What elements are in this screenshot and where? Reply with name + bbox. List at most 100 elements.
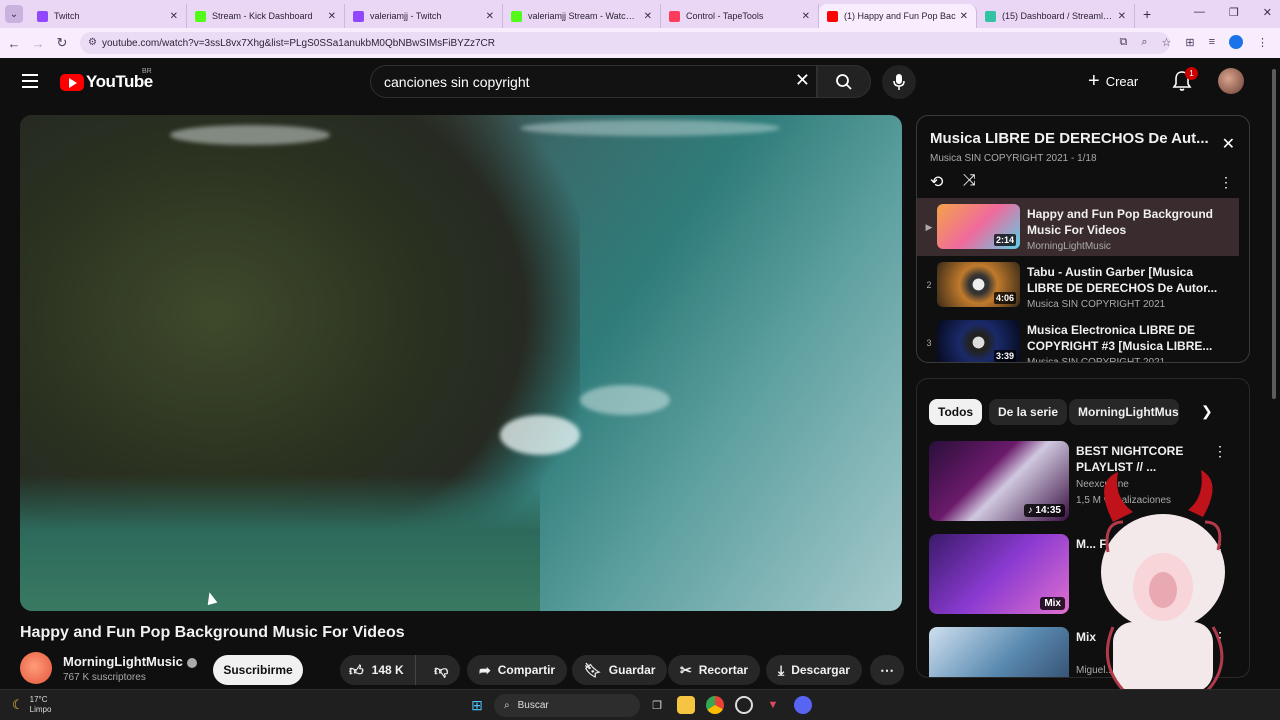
filter-chip[interactable]: Todos [929, 399, 983, 425]
weather-widget[interactable]: ☾ 17°C Limpo [12, 695, 51, 715]
tab-title: Control - TapeTools [686, 11, 764, 21]
youtube-logo[interactable]: YouTube BR [60, 68, 153, 92]
browser-tab[interactable]: Twitch ✕ [29, 4, 187, 28]
close-tab-icon[interactable]: ✕ [644, 11, 652, 22]
close-tab-icon[interactable]: ✕ [1118, 11, 1126, 22]
back-icon[interactable]: ← [2, 36, 26, 51]
tab-title: valeriamjj - Twitch [370, 11, 442, 21]
search-input[interactable]: canciones sin copyright ✕ [370, 65, 817, 98]
video-frame-sea [20, 475, 540, 611]
plus-icon: + [1088, 69, 1100, 92]
streamlabs-icon[interactable]: ▼ [764, 696, 782, 714]
file-explorer-icon[interactable] [677, 696, 695, 714]
filter-chip[interactable]: MorningLightMusic [1069, 399, 1179, 425]
voice-search-button[interactable] [882, 65, 916, 99]
browser-menu-icon[interactable]: ⋮ [1257, 36, 1268, 49]
channel-avatar[interactable] [20, 652, 52, 684]
discord-icon[interactable] [794, 696, 812, 714]
close-tab-icon[interactable]: ✕ [170, 11, 178, 22]
browser-tab[interactable]: (15) Dashboard / Streamlabs ✕ [977, 4, 1135, 28]
notifications-button[interactable]: 1 [1172, 67, 1198, 92]
save-button[interactable]: 🔖︎ Guardar [572, 655, 668, 685]
zoom-icon[interactable]: ⌕ [1141, 36, 1147, 49]
new-tab-button[interactable]: + [1143, 6, 1151, 22]
bookmark-star-icon[interactable]: ☆ [1161, 36, 1171, 49]
reload-icon[interactable]: ↻ [50, 35, 74, 51]
install-app-icon[interactable]: ⧉ [1119, 36, 1127, 49]
recommendation-thumbnail: Mix [929, 534, 1069, 614]
bookmark-icon: 🔖︎ [584, 661, 602, 678]
taskbar-search[interactable]: ⌕ Buscar [494, 694, 640, 717]
tab-favicon-icon [511, 10, 522, 22]
weather-condition: Limpo [29, 705, 52, 714]
playlist-item-index: ▶ [925, 222, 933, 232]
shuffle-icon[interactable]: ⤨ [963, 172, 976, 190]
video-player[interactable] [20, 115, 902, 611]
loop-icon[interactable]: ⟲ [930, 172, 943, 192]
windows-start-icon[interactable]: ⊞ [468, 696, 486, 714]
profile-icon[interactable] [1229, 35, 1243, 49]
like-button[interactable]: 👍︎ 148 K [340, 655, 416, 685]
channel-name[interactable]: MorningLightMusic [63, 654, 197, 669]
forward-icon[interactable]: → [26, 36, 50, 51]
site-info-icon[interactable]: ⚙ [88, 37, 97, 48]
close-window-icon[interactable]: ✕ [1263, 6, 1272, 19]
download-button[interactable]: ⤓ Descargar [766, 655, 862, 685]
obs-icon[interactable] [735, 696, 753, 714]
browser-tab[interactable]: valeriamjj Stream - Watch Live ✕ [503, 4, 661, 28]
url-field[interactable]: ⚙ youtube.com/watch?v=3ssL8vx7Xhg&list=P… [80, 32, 1170, 54]
download-icon: ⤓ [778, 661, 785, 678]
save-label: Guardar [608, 663, 656, 677]
playlist-item[interactable]: 3 3:39 Musica Electronica LIBRE DE COPYR… [917, 314, 1239, 362]
scrollbar-thumb[interactable] [1272, 69, 1276, 399]
browser-tab[interactable]: Stream - Kick Dashboard ✕ [187, 4, 345, 28]
playlist-more-icon[interactable]: ⋮ [1219, 174, 1233, 191]
tab-title: Stream - Kick Dashboard [212, 11, 313, 21]
tab-title: valeriamjj Stream - Watch Live [528, 11, 640, 21]
filter-chip[interactable]: De la serie [989, 399, 1068, 425]
clip-button[interactable]: ✂ Recortar [668, 655, 761, 685]
maximize-icon[interactable]: ❐ [1229, 6, 1239, 19]
tab-search-button[interactable]: ⌄ [5, 5, 23, 23]
close-tab-icon[interactable]: ✕ [486, 11, 494, 22]
dislike-button[interactable]: 👎︎ [423, 655, 460, 685]
more-actions-button[interactable]: ⋯ [870, 655, 904, 685]
media-controls-icon[interactable]: ≡ [1209, 36, 1215, 48]
share-icon: ➦ [479, 661, 491, 678]
search-button[interactable] [817, 65, 871, 98]
recommendation-more-icon[interactable]: ⋮ [1213, 443, 1227, 460]
share-button[interactable]: ➦ Compartir [467, 655, 568, 685]
playlist-item-channel: MorningLightMusic [1027, 241, 1111, 252]
browser-tab[interactable]: valeriamjj - Twitch ✕ [345, 4, 503, 28]
chevron-right-icon[interactable]: ❯ [1201, 403, 1213, 420]
menu-icon[interactable] [22, 74, 38, 88]
playlist-item-duration: 2:14 [993, 234, 1016, 246]
playlist-item-title: Tabu - Austin Garber [Musica LIBRE DE DE… [1027, 265, 1218, 295]
playlist-item-thumbnail: 3:39 [937, 320, 1020, 362]
close-tab-icon[interactable]: ✕ [328, 11, 336, 22]
playlist-item[interactable]: ▶ 2:14 Happy and Fun Pop Background Musi… [917, 198, 1239, 256]
task-view-icon[interactable]: ❐ [648, 696, 666, 714]
browser-tab[interactable]: Control - TapeTools ✕ [661, 4, 819, 28]
clear-search-icon[interactable]: ✕ [795, 70, 810, 91]
playlist-item-duration: 4:06 [993, 292, 1016, 304]
close-tab-icon[interactable]: ✕ [960, 11, 968, 22]
playlist-item-channel: Musica SIN COPYRIGHT 2021 [1027, 299, 1166, 310]
extensions-icon[interactable]: ⊞ [1185, 36, 1194, 49]
close-tab-icon[interactable]: ✕ [802, 11, 810, 22]
logo-text: YouTube [86, 72, 153, 91]
minimize-icon[interactable]: — [1194, 6, 1205, 19]
close-playlist-icon[interactable]: ✕ [1222, 134, 1235, 154]
windows-taskbar: ☾ 17°C Limpo ⊞ ⌕ Buscar ❐ ▼ [0, 689, 1280, 720]
playlist-title[interactable]: Musica LIBRE DE DERECHOS De Aut... [930, 130, 1210, 147]
tab-title: Twitch [54, 11, 80, 21]
create-button[interactable]: + Crear [1088, 70, 1138, 92]
playlist-item[interactable]: 2 4:06 Tabu - Austin Garber [Musica LIBR… [917, 256, 1239, 314]
page-scrollbar[interactable] [1270, 65, 1278, 685]
subscribe-button[interactable]: Suscribirme [213, 655, 303, 685]
browser-tab[interactable]: (1) Happy and Fun Pop Bac ✕ [819, 4, 977, 28]
playlist-subtitle: Musica SIN COPYRIGHT 2021 - 1/18 [930, 153, 1097, 164]
microphone-icon [893, 74, 905, 90]
chrome-icon[interactable] [706, 696, 724, 714]
account-avatar[interactable] [1218, 68, 1244, 94]
